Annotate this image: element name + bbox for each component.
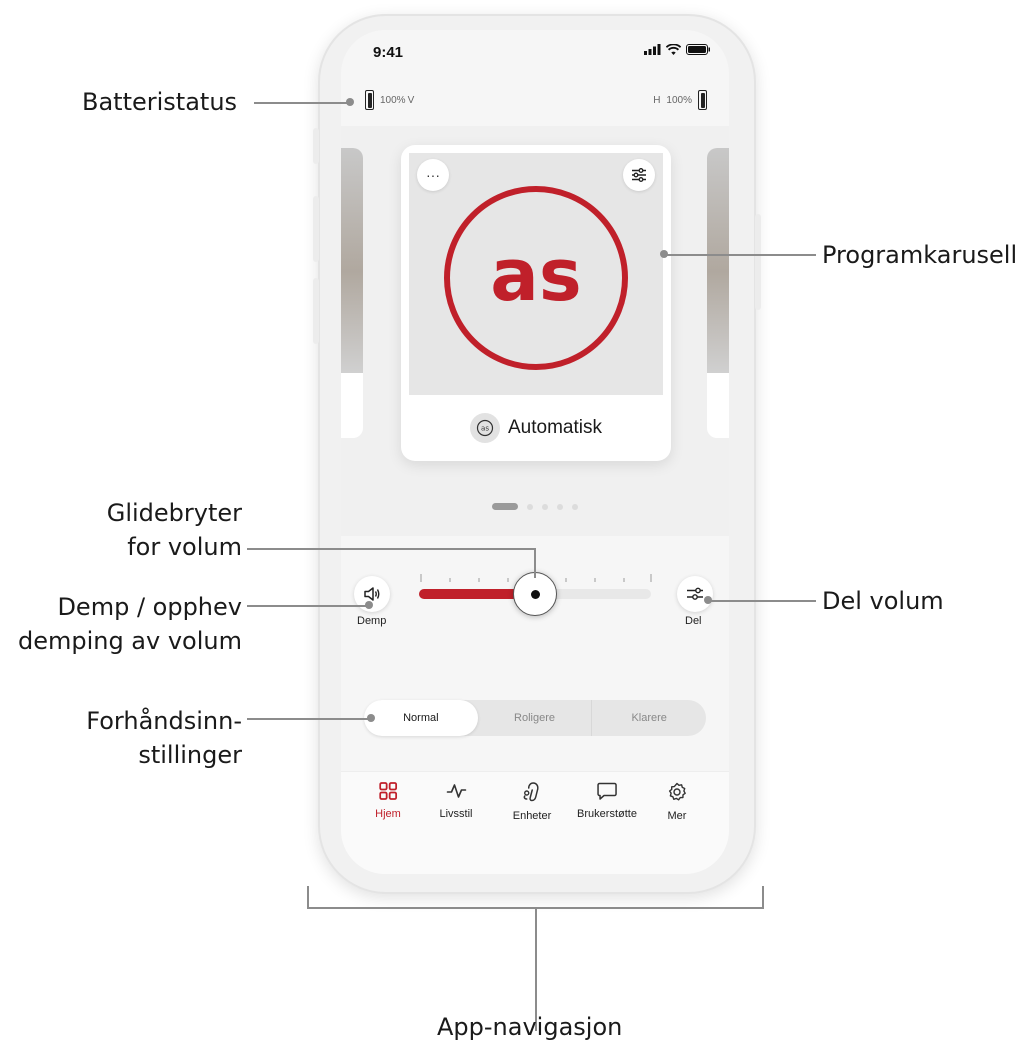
annotation-line-slider xyxy=(247,548,535,550)
battery-right-icon xyxy=(698,90,707,110)
hearing-aid-icon xyxy=(523,782,539,802)
gear-icon xyxy=(668,782,686,801)
split-sliders-icon xyxy=(687,587,703,600)
signal-icon xyxy=(644,44,661,55)
carousel-pager xyxy=(341,503,729,510)
nav-item-hjem[interactable]: Hjem xyxy=(375,782,401,820)
annotation-carousel: Programkarusell xyxy=(822,241,1018,269)
annotation-bracket-left xyxy=(307,886,309,908)
share-label: Del xyxy=(685,615,702,627)
program-more-button[interactable]: ··· xyxy=(417,159,449,191)
program-card-next[interactable] xyxy=(707,148,729,438)
program-card-previous[interactable] xyxy=(341,148,363,438)
program-settings-button[interactable] xyxy=(623,159,655,191)
annotation-mute-line1: Demp / opphev xyxy=(57,593,242,621)
slider-tick xyxy=(507,578,509,582)
slider-tick xyxy=(594,578,596,582)
program-footer: as Automatisk xyxy=(401,395,671,461)
preset-selector: Normal Roligere Klarere xyxy=(364,700,706,736)
program-card-active[interactable]: as ··· as Automatisk xyxy=(401,145,671,461)
annotation-presets-line2: stillinger xyxy=(138,741,242,769)
svg-text:as: as xyxy=(481,425,489,433)
annotation-presets: Forhåndsinn- stillinger xyxy=(40,704,242,772)
phone-side-button-left-1 xyxy=(313,128,319,164)
nav-item-livsstil[interactable]: Livsstil xyxy=(439,782,473,820)
nav-item-enheter[interactable]: Enheter xyxy=(512,782,552,822)
app-screen: 9:41 100% V H 100% as ··· as Automatisk … xyxy=(341,30,729,874)
svg-text:as: as xyxy=(490,233,581,317)
volume-slider-thumb[interactable] xyxy=(513,572,557,616)
bottom-navigation: Hjem Livsstil Enheter Brukerstøtte Mer xyxy=(341,771,729,874)
nav-label-hjem: Hjem xyxy=(375,808,401,820)
annotation-vline-slider xyxy=(534,548,536,578)
share-volume-button[interactable] xyxy=(677,576,713,612)
phone-side-button-right xyxy=(755,214,761,310)
speaker-icon xyxy=(364,587,380,601)
annotation-line-mute xyxy=(247,605,367,607)
slider-tick xyxy=(565,578,567,582)
annotation-battery: Batteristatus xyxy=(82,88,238,116)
annotation-presets-line1: Forhåndsinn- xyxy=(86,707,242,735)
battery-left-percent: 100% xyxy=(380,94,406,106)
preset-normal[interactable]: Normal xyxy=(364,700,478,736)
program-image: as xyxy=(409,153,663,395)
grid-icon xyxy=(379,782,397,800)
program-logo-icon: as xyxy=(444,186,628,370)
annotation-bracket-right xyxy=(762,886,764,908)
status-time: 9:41 xyxy=(373,44,404,61)
nav-item-mer[interactable]: Mer xyxy=(667,782,687,822)
annotation-slider: Glidebryter for volum xyxy=(80,496,242,564)
pager-dot[interactable] xyxy=(572,503,578,510)
pager-dot-active[interactable] xyxy=(492,503,518,510)
pager-dot[interactable] xyxy=(557,503,563,510)
nav-item-brukerstotte[interactable]: Brukerstøtte xyxy=(577,782,637,820)
nav-label-mer: Mer xyxy=(667,810,687,822)
annotation-slider-line2: for volum xyxy=(127,533,242,561)
slider-tick xyxy=(623,578,625,582)
slider-tick xyxy=(449,578,451,582)
annotation-line-carousel xyxy=(666,254,816,256)
program-title: Automatisk xyxy=(508,417,602,438)
program-mini-logo-icon: as xyxy=(470,413,500,443)
nav-label-brukerstotte: Brukerstøtte xyxy=(577,808,637,820)
more-icon: ··· xyxy=(426,167,440,183)
annotation-share: Del volum xyxy=(822,587,944,615)
battery-right: H 100% xyxy=(653,90,707,110)
annotation-dot-presets xyxy=(367,714,375,722)
annotation-mute-line2: demping av volum xyxy=(17,627,242,655)
annotation-nav: App-navigasjon xyxy=(437,1013,623,1041)
battery-left: 100% V xyxy=(365,90,414,110)
phone-side-button-left-2 xyxy=(313,196,319,262)
annotation-line-battery xyxy=(254,102,348,104)
status-icons xyxy=(644,44,711,55)
pager-dot[interactable] xyxy=(542,503,548,510)
battery-right-side: H xyxy=(653,94,661,106)
annotation-slider-line1: Glidebryter xyxy=(106,499,242,527)
slider-tick xyxy=(478,578,480,582)
annotation-dot-battery xyxy=(346,98,354,106)
preset-klarere[interactable]: Klarere xyxy=(591,700,706,736)
wifi-icon xyxy=(666,44,681,55)
annotation-dot-carousel xyxy=(660,250,668,258)
pager-dot[interactable] xyxy=(527,503,533,510)
mute-label: Demp xyxy=(357,615,387,627)
slider-tick xyxy=(420,574,422,582)
annotation-mute: Demp / opphev demping av volum xyxy=(6,590,242,658)
sliders-icon xyxy=(632,168,646,182)
annotation-dot-mute xyxy=(365,601,373,609)
phone-side-button-left-3 xyxy=(313,278,319,344)
battery-status-icon xyxy=(686,44,710,55)
nav-label-enheter: Enheter xyxy=(512,810,552,822)
nav-label-livsstil: Livsstil xyxy=(439,808,473,820)
slider-tick xyxy=(650,574,652,582)
activity-icon xyxy=(446,784,466,798)
preset-roligere[interactable]: Roligere xyxy=(478,700,592,736)
annotation-line-presets xyxy=(247,718,369,720)
annotation-dot-share xyxy=(704,596,712,604)
battery-right-percent: 100% xyxy=(666,94,692,106)
annotation-line-share xyxy=(710,600,816,602)
battery-left-icon xyxy=(365,90,374,110)
battery-left-side: V xyxy=(407,94,415,106)
chat-icon xyxy=(597,782,617,800)
